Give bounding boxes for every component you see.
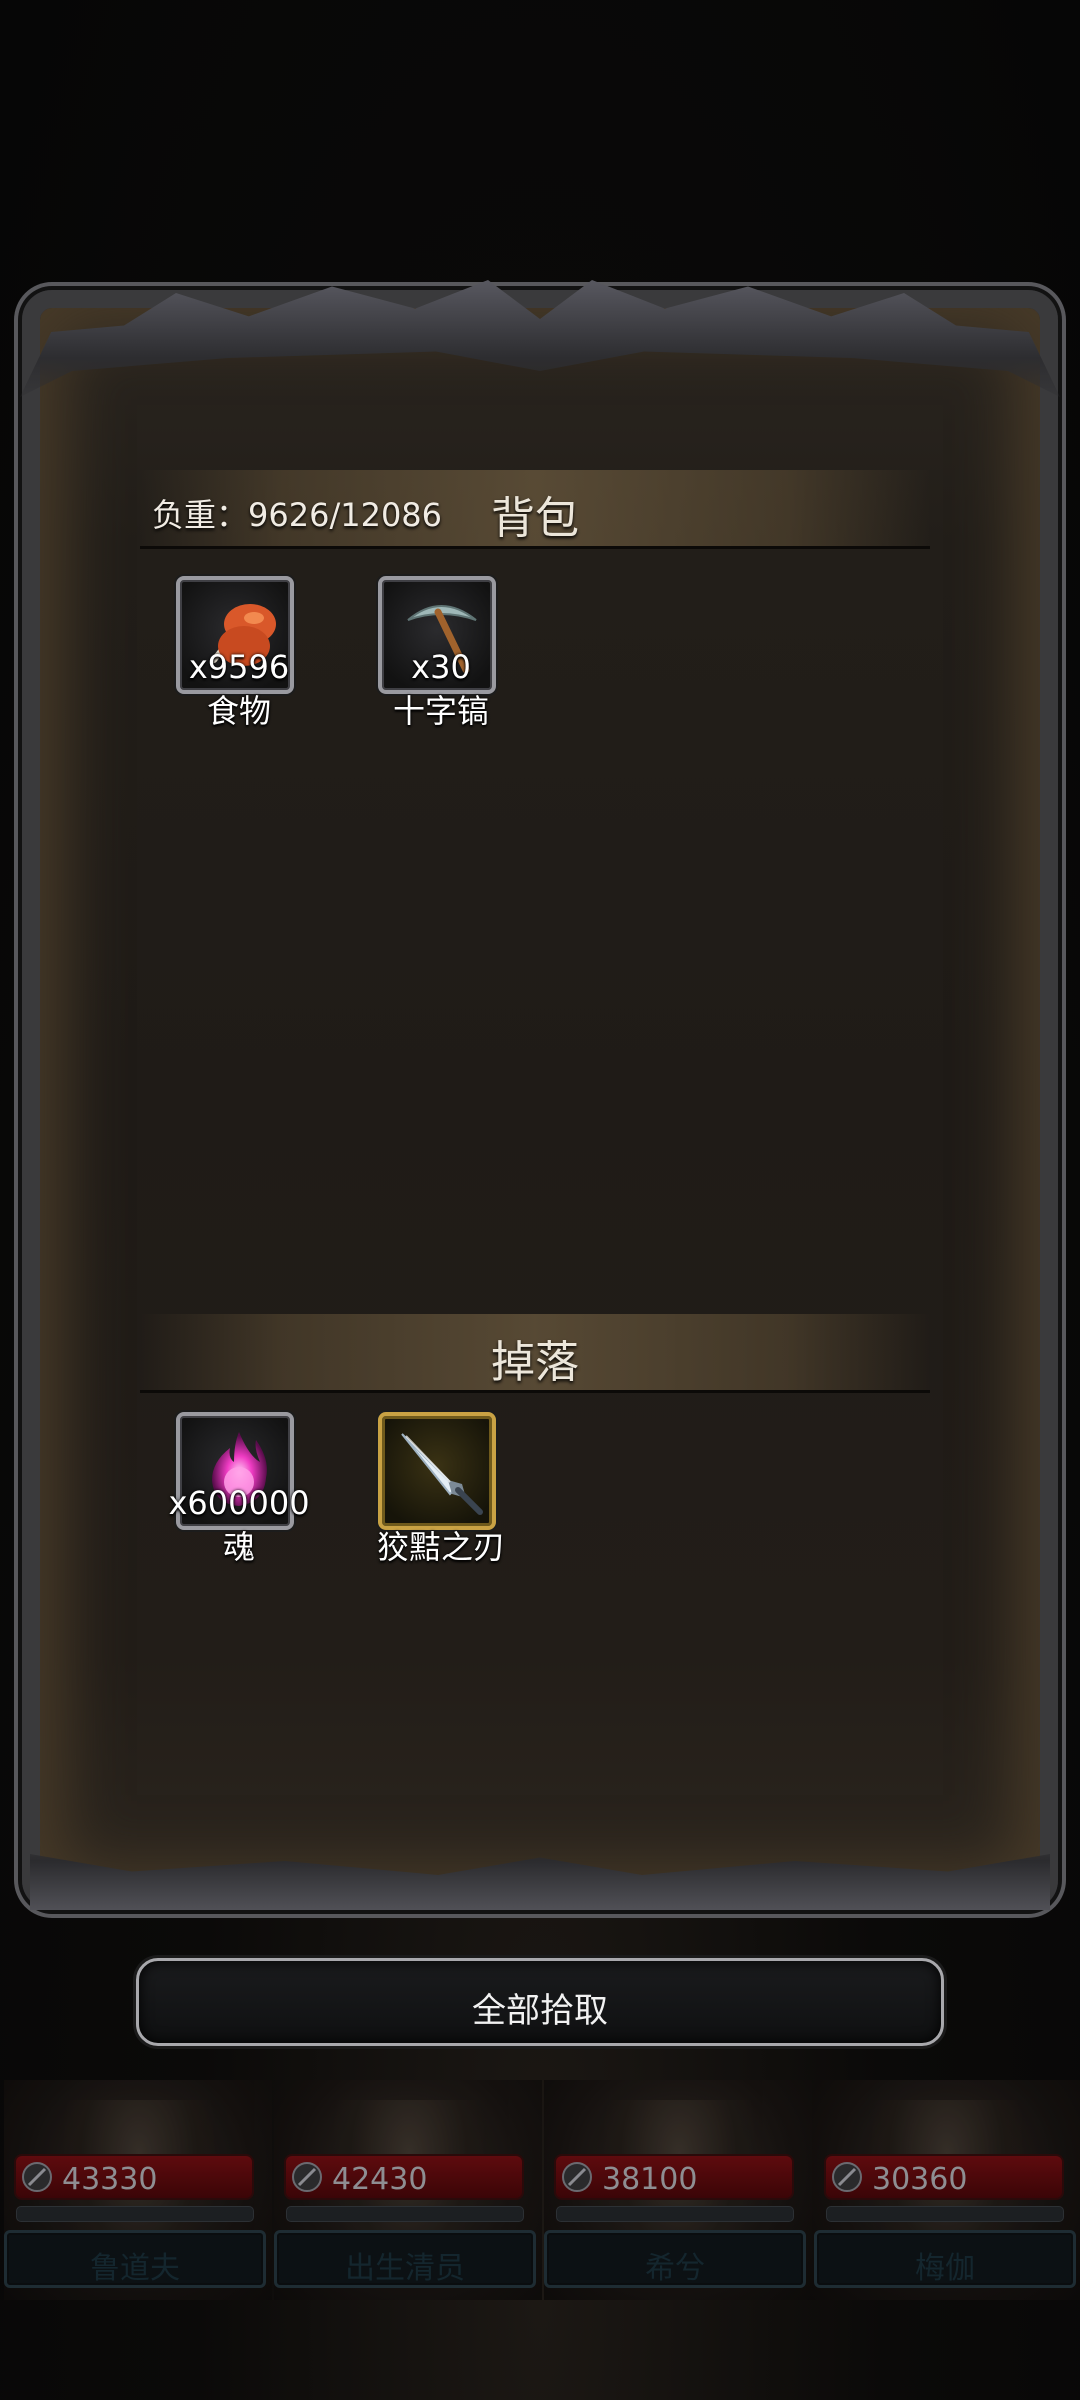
item-quantity: x9596: [188, 648, 290, 686]
backpack-item-pickaxe[interactable]: x30 十字镐: [376, 576, 506, 736]
item-name: 狡黠之刃: [376, 1528, 505, 1566]
pick-all-button[interactable]: 全部拾取: [136, 1958, 944, 2046]
sword-shield-icon: [22, 2162, 52, 2192]
item-quantity: x600000: [168, 1484, 310, 1522]
hero-energy-bar: [16, 2206, 254, 2222]
sword-shield-icon: [292, 2162, 322, 2192]
pick-all-label: 全部拾取: [472, 1991, 608, 2031]
item-name: 魂: [222, 1528, 255, 1566]
item-frame-legendary: [378, 1412, 496, 1530]
hero-name: 梅伽: [915, 2251, 975, 2286]
hero-name-plate[interactable]: 梅伽: [814, 2230, 1076, 2288]
screen: 负重：9626/12086 背包 x9596 食物 x30 十字镐 掉落 x60…: [0, 0, 1080, 2400]
hero-name-plate[interactable]: 鲁道夫: [4, 2230, 266, 2288]
backpack-item-food[interactable]: x9596 食物: [174, 576, 304, 736]
hero-energy-bar: [556, 2206, 794, 2222]
hero-hp-bar: 30360: [824, 2154, 1064, 2200]
hero-energy-bar: [286, 2206, 524, 2222]
hero-hp-value: 30360: [872, 2162, 968, 2197]
sword-shield-icon: [832, 2162, 862, 2192]
backpack-title: 背包: [491, 493, 579, 544]
backpack-header: 负重：9626/12086 背包: [140, 470, 930, 549]
drop-item-soul[interactable]: x600000 魂: [168, 1412, 310, 1572]
drop-item-blade[interactable]: 狡黠之刃: [376, 1412, 506, 1572]
blade-icon: [401, 1433, 483, 1515]
sword-shield-icon: [562, 2162, 592, 2192]
hero-hp-value: 42430: [332, 2162, 428, 2197]
drop-title: 掉落: [491, 1337, 579, 1388]
item-quantity: x30: [411, 648, 471, 686]
drop-header: 掉落: [140, 1314, 930, 1393]
hero-energy-bar: [826, 2206, 1064, 2222]
item-name: 食物: [206, 692, 271, 730]
hero-name-plate[interactable]: 希兮: [544, 2230, 806, 2288]
hero-hp-bar: 42430: [284, 2154, 524, 2200]
hero-name: 鲁道夫: [90, 2251, 180, 2286]
hero-hp-bar: 38100: [554, 2154, 794, 2200]
hero-hp-value: 38100: [602, 2162, 698, 2197]
hero-hp-bar: 43330: [14, 2154, 254, 2200]
hero-hp-value: 43330: [62, 2162, 158, 2197]
hero-name-plate[interactable]: 出生清员: [274, 2230, 536, 2288]
item-name: 十字镐: [392, 692, 489, 730]
hero-name: 出生清员: [345, 2251, 465, 2286]
hero-name: 希兮: [645, 2251, 705, 2286]
